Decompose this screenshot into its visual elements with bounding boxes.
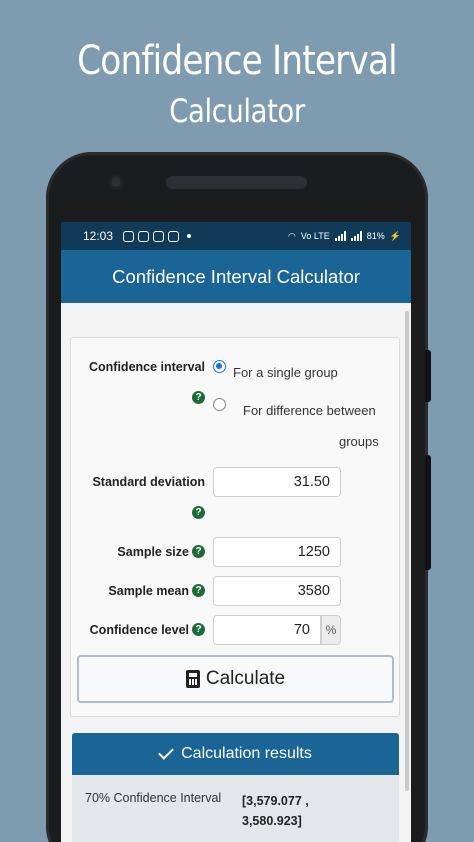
help-icon[interactable]: ? <box>192 584 205 597</box>
app-title: Confidence Interval Calculator <box>112 265 360 287</box>
signal-icon-2 <box>350 231 362 241</box>
help-icon[interactable]: ? <box>192 391 205 404</box>
confidence-level-label: Confidence level <box>89 623 189 637</box>
volume-button <box>425 350 431 402</box>
calculate-button[interactable]: Calculate <box>77 655 394 703</box>
sample-size-label: Sample size <box>117 545 189 559</box>
results-header: Calculation results <box>72 733 399 775</box>
standard-deviation-input[interactable]: 31.50 <box>213 467 341 497</box>
radio-difference-groups[interactable] <box>213 398 226 411</box>
result-row-value: [3,579.077 , 3,580.923] <box>242 791 322 831</box>
status-time: 12:03 <box>83 229 114 243</box>
results-panel: Calculation results 70% Confidence Inter… <box>72 733 399 842</box>
result-value-line2: 3,580.923] <box>242 814 302 828</box>
wifi-icon: ◠ <box>288 230 296 241</box>
input-form-card: Confidence interval ? For a single group… <box>70 337 400 717</box>
standard-deviation-label: Standard deviation <box>92 475 205 489</box>
charging-icon: ⚡ <box>389 230 401 241</box>
radio-single-group[interactable] <box>213 360 226 373</box>
volte-label: Vo LTE <box>300 231 330 241</box>
front-camera <box>108 174 124 190</box>
scrollbar[interactable] <box>405 311 409 791</box>
confidence-level-input[interactable]: 70 <box>213 615 321 645</box>
more-notifications-icon <box>187 234 192 238</box>
percent-addon: % <box>321 615 341 645</box>
power-button <box>425 455 431 570</box>
sample-mean-input[interactable]: 3580 <box>213 576 341 606</box>
sample-size-input[interactable]: 1250 <box>213 537 341 567</box>
instagram-icon <box>123 230 135 242</box>
main-content[interactable]: Confidence interval ? For a single group… <box>61 303 411 842</box>
result-row-label: 70% Confidence Interval <box>85 791 222 805</box>
promo-title-line1: Confidence Interval <box>77 38 398 84</box>
radio-difference-groups-label-line2[interactable]: groups <box>339 434 379 449</box>
help-icon[interactable]: ? <box>192 545 205 558</box>
result-value-line1: [3,579.077 , <box>242 794 309 808</box>
results-header-label: Calculation results <box>181 745 312 762</box>
signal-icon <box>334 231 346 241</box>
calculate-button-label: Calculate <box>205 668 286 689</box>
phone-screen: 12:03 ◠ Vo LTE 81% ⚡ Confidence Interval… <box>61 222 411 842</box>
app-bar: Confidence Interval Calculator <box>61 250 411 303</box>
calculator-icon <box>185 670 200 688</box>
status-bar: 12:03 ◠ Vo LTE 81% ⚡ <box>61 222 411 250</box>
earpiece-speaker <box>166 176 307 189</box>
confidence-interval-label: Confidence interval <box>89 360 205 374</box>
radio-difference-groups-label-line1[interactable]: For difference between <box>243 403 376 418</box>
facebook-icon <box>138 230 150 242</box>
help-icon[interactable]: ? <box>192 506 205 519</box>
message-icon <box>168 230 180 242</box>
promo-title-line2: Calculator <box>169 92 305 130</box>
sample-mean-label: Sample mean <box>108 584 189 598</box>
checkmark-icon <box>158 744 174 760</box>
battery-percent: 81% <box>366 231 385 241</box>
help-icon[interactable]: ? <box>192 623 205 636</box>
app-notification-icon <box>153 230 165 242</box>
radio-single-group-label[interactable]: For a single group <box>233 365 338 380</box>
